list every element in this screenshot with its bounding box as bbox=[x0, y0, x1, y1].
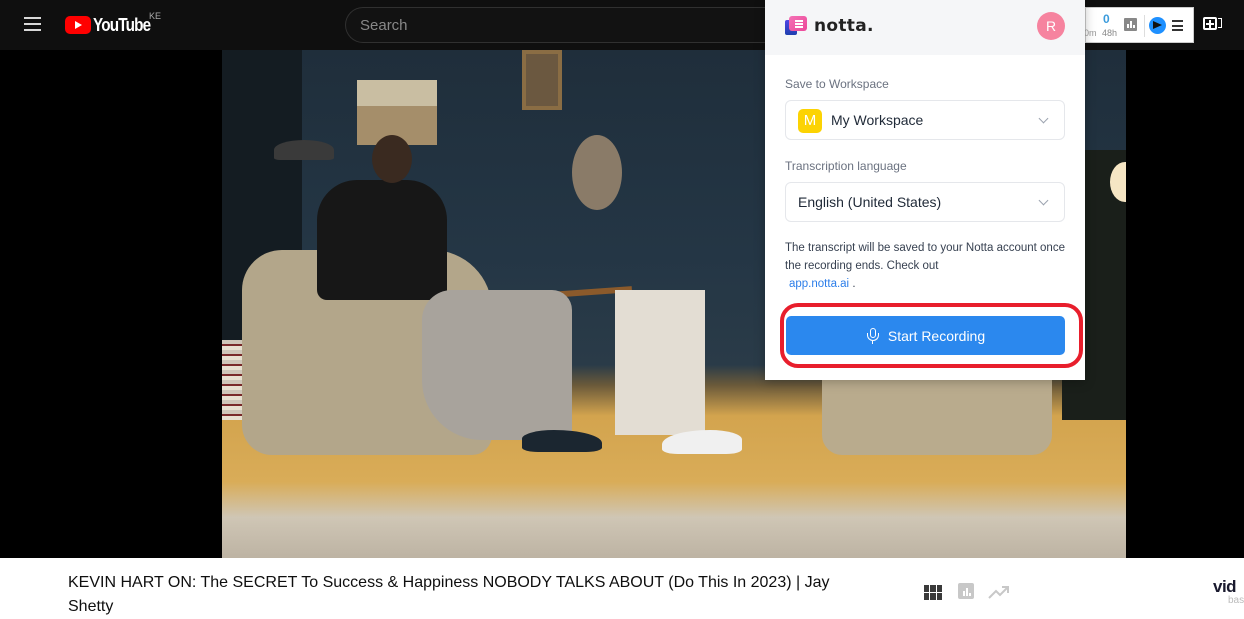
notta-header: notta. R bbox=[765, 0, 1085, 55]
grid-view-icon[interactable] bbox=[924, 585, 942, 600]
search-input[interactable] bbox=[360, 8, 760, 42]
info-suffix: . bbox=[852, 278, 856, 290]
search-box bbox=[345, 7, 785, 43]
youtube-logo[interactable]: YouTube bbox=[65, 14, 160, 36]
language-value: English (United States) bbox=[798, 194, 942, 210]
vidiq-brand: vid bbox=[1213, 577, 1237, 596]
scene-shoe-right bbox=[662, 430, 742, 454]
country-code: KE bbox=[149, 11, 162, 21]
scene-pedestal bbox=[615, 290, 705, 435]
create-video-icon[interactable] bbox=[1203, 17, 1217, 30]
extension-toolbar: 0m 0 48h bbox=[1084, 7, 1194, 43]
scene-person-legs bbox=[422, 290, 572, 440]
vidiq-brand-sub: bas bbox=[1228, 595, 1244, 606]
scene-person bbox=[317, 180, 447, 300]
start-recording-label: Start Recording bbox=[887, 327, 986, 344]
notta-logo-icon bbox=[785, 16, 807, 36]
language-select[interactable]: English (United States) bbox=[785, 182, 1065, 222]
scene-shoe-left bbox=[522, 430, 602, 452]
scene-person-head bbox=[372, 135, 412, 183]
scene-shield bbox=[572, 135, 622, 210]
notta-logo: notta. bbox=[785, 16, 874, 36]
vidiq-icon[interactable] bbox=[1149, 17, 1166, 34]
avatar[interactable]: R bbox=[1037, 12, 1065, 40]
youtube-play-icon bbox=[65, 16, 91, 34]
extension-menu-icon[interactable] bbox=[1172, 20, 1183, 34]
workspace-select[interactable]: M My Workspace bbox=[785, 100, 1065, 140]
language-label: Transcription language bbox=[785, 159, 907, 173]
workspace-badge: M bbox=[798, 109, 822, 133]
start-recording-button[interactable]: Start Recording bbox=[786, 316, 1065, 355]
chevron-down-icon bbox=[1038, 113, 1049, 124]
info-message: The transcript will be saved to your Not… bbox=[785, 242, 1065, 272]
extension-time-left: 0m bbox=[1084, 28, 1097, 38]
trending-icon[interactable] bbox=[988, 584, 1010, 600]
notta-app-link[interactable]: app.notta.ai bbox=[789, 278, 849, 290]
youtube-logo-text: YouTube bbox=[93, 14, 151, 35]
workspace-label: Save to Workspace bbox=[785, 77, 889, 91]
microphone-icon bbox=[866, 327, 880, 344]
extension-time: 48h bbox=[1102, 28, 1118, 38]
create-video-icon-tail bbox=[1218, 18, 1222, 28]
notta-brand: notta. bbox=[814, 16, 874, 36]
chevron-down-icon bbox=[1038, 195, 1049, 206]
video-title: KEVIN HART ON: The SECRET To Success & H… bbox=[68, 574, 830, 615]
info-text: The transcript will be saved to your Not… bbox=[785, 239, 1065, 293]
extension-count: 0 bbox=[1103, 12, 1110, 26]
workspace-value: My Workspace bbox=[831, 112, 924, 128]
scene-frame bbox=[522, 50, 562, 110]
divider bbox=[1144, 15, 1145, 37]
bar-chart-icon[interactable] bbox=[1124, 18, 1137, 31]
menu-icon[interactable] bbox=[24, 17, 41, 31]
scene-lamp bbox=[274, 140, 334, 160]
stats-icon[interactable] bbox=[958, 583, 974, 599]
